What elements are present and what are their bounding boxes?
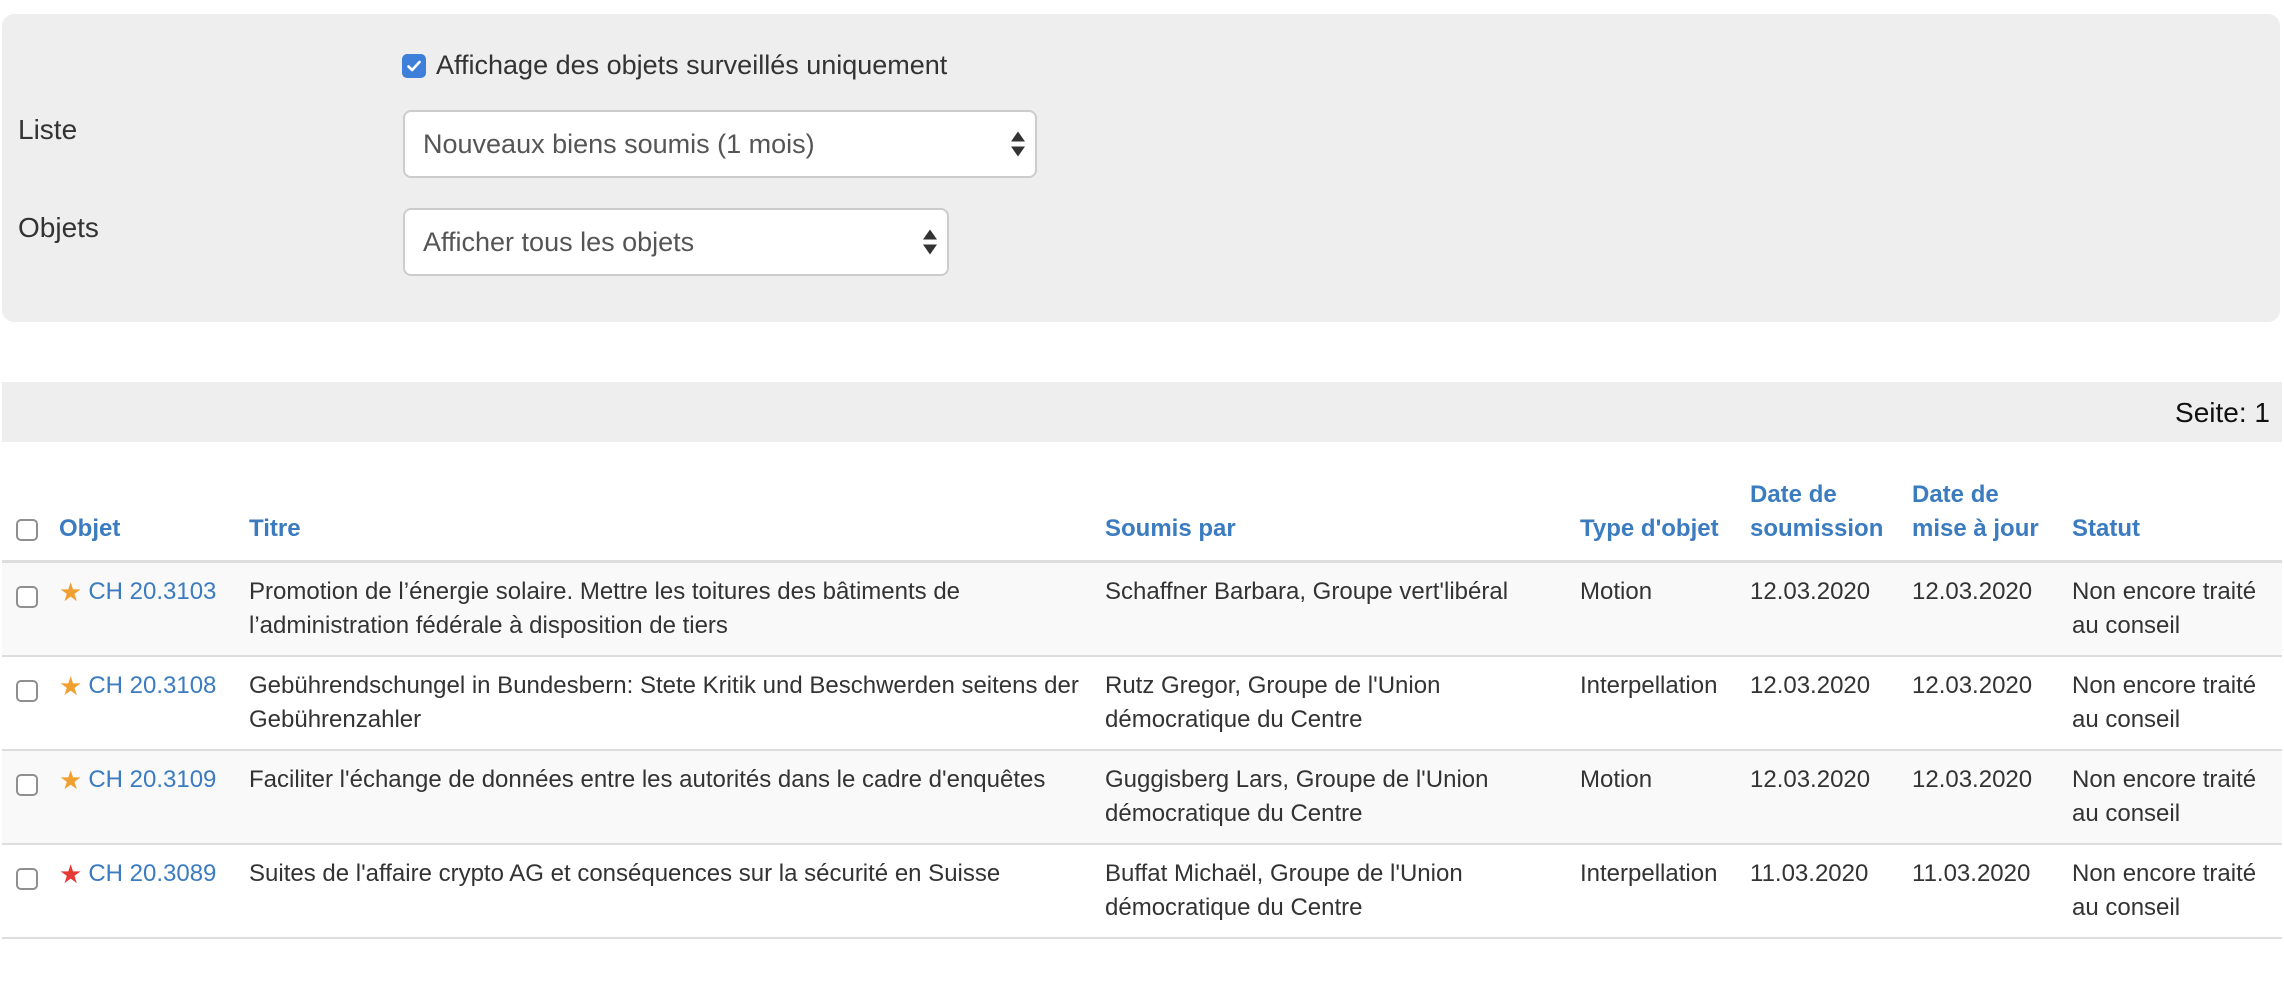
star-icon[interactable]: ★ — [59, 577, 82, 607]
objet-cell: ★ CH 20.3109 — [59, 750, 249, 845]
table-row: ★ CH 20.3108 Gebührendschungel in Bundesb… — [2, 656, 2282, 751]
row-checkbox[interactable] — [16, 679, 38, 702]
column-header-type[interactable]: Type d'objet — [1580, 470, 1750, 563]
soumis-par-cell: Rutz Gregor, Groupe de l'Union démocrati… — [1105, 656, 1580, 751]
header-line: Date de — [1750, 481, 1837, 508]
objet-link[interactable]: CH 20.3103 — [88, 578, 216, 605]
date-soumission-cell: 12.03.2020 — [1750, 656, 1912, 751]
pager-bar: Seite: 1 — [2, 382, 2282, 442]
star-icon[interactable]: ★ — [59, 859, 82, 889]
statut-cell: Non encore traité au conseil — [2072, 844, 2282, 939]
column-header-statut[interactable]: Statut — [2072, 470, 2282, 563]
watch-only-toggle[interactable]: Affichage des objets surveillés uniqueme… — [402, 50, 947, 81]
date-soumission-cell: 12.03.2020 — [1750, 561, 1912, 657]
column-header-date-maj[interactable]: Date de mise à jour — [1912, 470, 2072, 563]
watch-only-checkbox[interactable] — [402, 53, 426, 78]
soumis-par-cell: Guggisberg Lars, Groupe de l'Union démoc… — [1105, 750, 1580, 845]
type-cell: Motion — [1580, 750, 1750, 845]
soumis-par-cell: Buffat Michaël, Groupe de l'Union démocr… — [1105, 844, 1580, 939]
soumis-par-cell: Schaffner Barbara, Groupe vert'libéral — [1105, 561, 1580, 657]
date-maj-cell: 12.03.2020 — [1912, 561, 2072, 657]
row-select-cell — [2, 561, 59, 657]
objet-link[interactable]: CH 20.3089 — [88, 860, 216, 887]
row-checkbox[interactable] — [16, 773, 38, 796]
checkmark-icon — [407, 60, 421, 71]
column-header-objet[interactable]: Objet — [59, 470, 249, 563]
date-soumission-cell: 12.03.2020 — [1750, 750, 1912, 845]
select-all-cell — [2, 470, 59, 563]
objects-select-value: Afficher tous les objets — [423, 226, 695, 257]
objet-cell: ★ CH 20.3089 — [59, 844, 249, 939]
statut-cell: Non encore traité au conseil — [2072, 656, 2282, 751]
titre-cell: Gebührendschungel in Bundesbern: Stete K… — [249, 656, 1105, 751]
objects-label: Objets — [18, 212, 99, 243]
results-table: Objet Titre Soumis par Type d'objet Date… — [2, 470, 2282, 939]
table-row: ★ CH 20.3103 Promotion de l’énergie solai… — [2, 561, 2282, 657]
objet-cell: ★ CH 20.3108 — [59, 656, 249, 751]
row-select-cell — [2, 844, 59, 939]
statut-cell: Non encore traité au conseil — [2072, 750, 2282, 845]
list-label: Liste — [18, 114, 78, 145]
select-arrows-icon — [923, 229, 937, 255]
star-icon[interactable]: ★ — [59, 671, 82, 701]
table-row: ★ CH 20.3109 Faciliter l'échange de donné… — [2, 750, 2282, 845]
statut-cell: Non encore traité au conseil — [2072, 561, 2282, 657]
objet-link[interactable]: CH 20.3108 — [88, 672, 216, 699]
table-row: ★ CH 20.3089 Suites de l'affaire crypto A… — [2, 844, 2282, 939]
date-soumission-cell: 11.03.2020 — [1750, 844, 1912, 939]
type-cell: Motion — [1580, 561, 1750, 657]
page-indicator: Seite: 1 — [2175, 397, 2270, 428]
select-arrows-icon — [1011, 131, 1025, 157]
select-all-checkbox[interactable] — [16, 518, 38, 541]
column-header-date-soumission[interactable]: Date de soumission — [1750, 470, 1912, 563]
date-maj-cell: 11.03.2020 — [1912, 844, 2072, 939]
watch-only-label[interactable]: Affichage des objets surveillés uniqueme… — [436, 50, 947, 81]
header-line: mise à jour — [1912, 515, 2039, 542]
star-icon[interactable]: ★ — [59, 765, 82, 795]
titre-cell: Suites de l'affaire crypto AG et conséqu… — [249, 844, 1105, 939]
column-header-titre[interactable]: Titre — [249, 470, 1105, 563]
objects-select[interactable]: Afficher tous les objets — [403, 208, 949, 276]
column-header-soumis-par[interactable]: Soumis par — [1105, 470, 1580, 563]
type-cell: Interpellation — [1580, 844, 1750, 939]
objet-link[interactable]: CH 20.3109 — [88, 766, 216, 793]
table-header-row: Objet Titre Soumis par Type d'objet Date… — [2, 470, 2282, 563]
row-checkbox[interactable] — [16, 585, 38, 608]
row-select-cell — [2, 656, 59, 751]
objet-cell: ★ CH 20.3103 — [59, 561, 249, 657]
type-cell: Interpellation — [1580, 656, 1750, 751]
filter-panel: Affichage des objets surveillés uniqueme… — [2, 14, 2280, 322]
list-select-value: Nouveaux biens soumis (1 mois) — [423, 128, 815, 159]
list-select[interactable]: Nouveaux biens soumis (1 mois) — [403, 110, 1037, 178]
date-maj-cell: 12.03.2020 — [1912, 750, 2072, 845]
header-line: soumission — [1750, 515, 1884, 542]
date-maj-cell: 12.03.2020 — [1912, 656, 2072, 751]
titre-cell: Faciliter l'échange de données entre les… — [249, 750, 1105, 845]
row-select-cell — [2, 750, 59, 845]
row-checkbox[interactable] — [16, 867, 38, 890]
header-line: Date de — [1912, 481, 1999, 508]
titre-cell: Promotion de l’énergie solaire. Mettre l… — [249, 561, 1105, 657]
